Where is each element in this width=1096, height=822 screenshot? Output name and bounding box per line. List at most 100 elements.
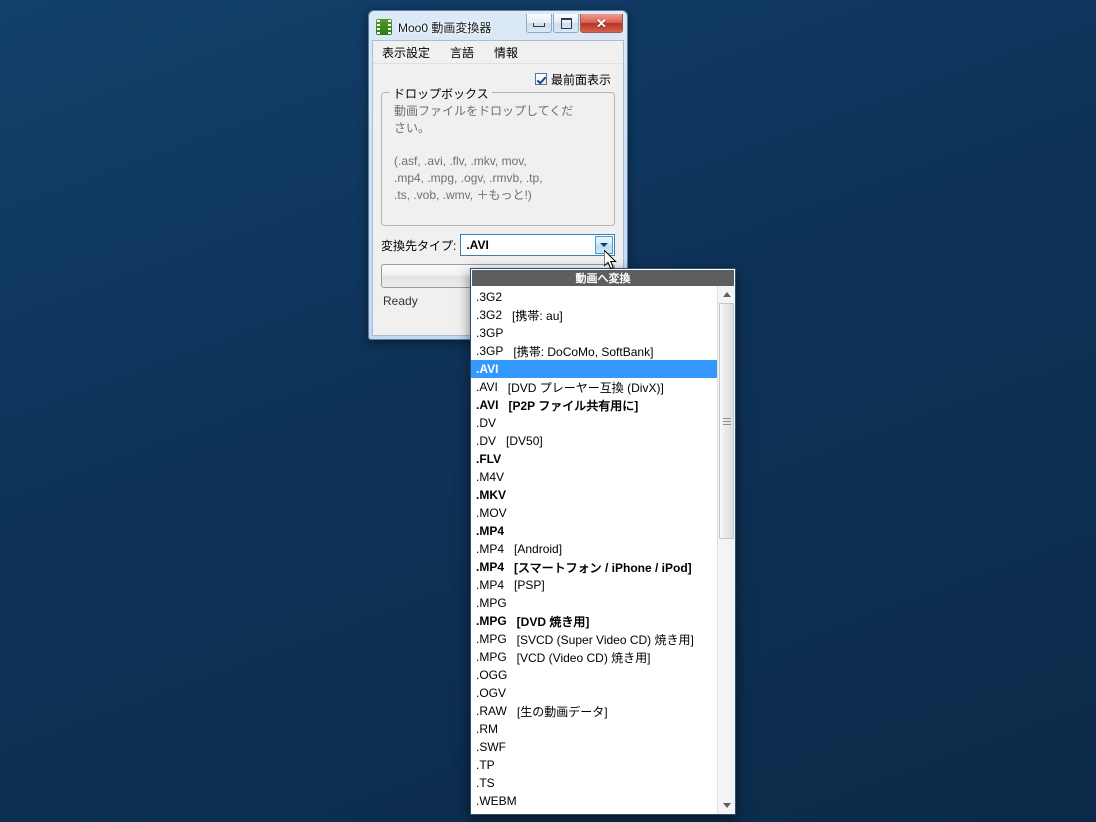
dropdown-scrollbar[interactable] bbox=[717, 286, 735, 814]
dropdown-option-extension: .DV bbox=[476, 434, 497, 448]
dropdown-option-description: [VCD (Video CD) 焼き用] bbox=[516, 650, 651, 665]
dropdown-option-extension: .WEBM bbox=[476, 794, 517, 808]
dropdown-option-description: [DV50] bbox=[506, 434, 543, 448]
always-on-top-label: 最前面表示 bbox=[550, 72, 611, 87]
scrollbar-grip-icon bbox=[722, 417, 731, 425]
dropdown-option[interactable]: .TS bbox=[471, 774, 717, 792]
dropdown-option-extension: .MPG bbox=[476, 614, 507, 628]
dropdown-option[interactable]: .3GP bbox=[471, 324, 717, 342]
dropdown-option[interactable]: .MP4 [PSP] bbox=[471, 576, 717, 594]
dropdown-option-extension: .M4V bbox=[476, 470, 505, 484]
dropdown-option-extension: .3G2 bbox=[476, 308, 503, 322]
scrollbar-down-button[interactable] bbox=[718, 797, 735, 814]
dropdown-option-extension: .MPG bbox=[476, 650, 507, 664]
scroll-down-icon bbox=[722, 803, 731, 808]
dropdown-option-description: [Android] bbox=[514, 542, 563, 556]
dropbox-instruction-line1: 動画ファイルをドロップしてくだ bbox=[394, 104, 574, 118]
menu-item-language[interactable]: 言語 bbox=[447, 42, 477, 63]
dropdown-option-description: [スマートフォン / iPhone / iPod] bbox=[514, 560, 692, 575]
scrollbar-track[interactable] bbox=[718, 303, 735, 797]
scrollbar-up-button[interactable] bbox=[718, 286, 735, 303]
dropdown-option[interactable]: .MPG [SVCD (Super Video CD) 焼き用] bbox=[471, 630, 717, 648]
dropdown-option-extension: .AVI bbox=[476, 380, 498, 394]
output-type-dropdown-popup[interactable]: 動画へ変換 .3G2 .3G2 [携帯: au] .3GP .3GP [携帯: DoCoM… bbox=[470, 268, 736, 815]
dropdown-option-description: [携帯: au] bbox=[512, 308, 563, 323]
dropdown-option-description: [PSP] bbox=[514, 578, 545, 592]
dropdown-option[interactable]: .MPG [DVD 焼き用] bbox=[471, 612, 717, 630]
dropdown-option-extension: .3GP bbox=[476, 326, 504, 340]
dropdown-option[interactable]: .DV [DV50] bbox=[471, 432, 717, 450]
dropdown-option[interactable]: .M4V bbox=[471, 468, 717, 486]
dropdown-option-extension: .3G2 bbox=[476, 290, 503, 304]
dropdown-option-extension: .OGG bbox=[476, 668, 508, 682]
dropdown-option[interactable]: .AVI [DVD プレーヤー互換 (DivX)] bbox=[471, 378, 717, 396]
dropdown-option-extension: .MPG bbox=[476, 596, 507, 610]
dropdown-option-extension: .MP4 bbox=[476, 542, 505, 556]
dropdown-option-description: [DVD 焼き用] bbox=[516, 614, 590, 629]
dropdown-option-list[interactable]: .3G2 .3G2 [携帯: au] .3GP .3GP [携帯: DoCoMo, Sof… bbox=[471, 286, 717, 814]
dropbox-group[interactable]: ドロップボックス 動画ファイルをドロップしてくだ さい。 (.asf, .avi… bbox=[381, 85, 615, 226]
dropdown-option[interactable]: .3G2 bbox=[471, 288, 717, 306]
window-controls: ✕ bbox=[526, 14, 623, 33]
maximize-icon bbox=[560, 17, 572, 29]
dropdown-option[interactable]: .MKV bbox=[471, 486, 717, 504]
dropdown-option[interactable]: .MP4 [Android] bbox=[471, 540, 717, 558]
menu-item-display-settings[interactable]: 表示設定 bbox=[379, 42, 433, 63]
dropdown-option[interactable]: .FLV bbox=[471, 450, 717, 468]
maximize-button[interactable] bbox=[553, 14, 579, 33]
dropdown-option-extension: .MP4 bbox=[476, 578, 505, 592]
chevron-down-icon bbox=[600, 243, 608, 247]
menu-item-info[interactable]: 情報 bbox=[491, 42, 521, 63]
dropdown-option-extension: .MPG bbox=[476, 632, 507, 646]
dropdown-header: 動画へ変換 bbox=[472, 270, 734, 286]
dropdown-option-extension: .MOV bbox=[476, 506, 507, 520]
dropdown-option-description: [携帯: DoCoMo, SoftBank] bbox=[513, 344, 654, 359]
dropdown-option[interactable]: .WEBM bbox=[471, 792, 717, 810]
dropdown-option[interactable]: .MP4 bbox=[471, 522, 717, 540]
dropdown-option[interactable]: .TP bbox=[471, 756, 717, 774]
dropdown-option[interactable]: .MPG [VCD (Video CD) 焼き用] bbox=[471, 648, 717, 666]
scroll-up-icon bbox=[722, 292, 731, 297]
close-button[interactable]: ✕ bbox=[580, 14, 623, 33]
dropdown-option-extension: .RM bbox=[476, 722, 498, 736]
dropdown-option-extension: .FLV bbox=[476, 452, 502, 466]
dropdown-option[interactable]: .DV bbox=[471, 414, 717, 432]
combobox-dropdown-button[interactable] bbox=[595, 236, 613, 254]
dropdown-option-description: [生の動画データ] bbox=[516, 704, 608, 719]
window-title: Moo0 動画変換器 bbox=[398, 20, 492, 35]
dropdown-option[interactable]: .3GP [携帯: DoCoMo, SoftBank] bbox=[471, 342, 717, 360]
scrollbar-thumb[interactable] bbox=[719, 303, 734, 539]
dropdown-option-extension: .RAW bbox=[476, 704, 507, 718]
dropdown-option[interactable]: .OGV bbox=[471, 684, 717, 702]
dropdown-option[interactable]: .MP4 [スマートフォン / iPhone / iPod] bbox=[471, 558, 717, 576]
output-type-value: .AVI bbox=[466, 238, 489, 252]
minimize-button[interactable] bbox=[526, 14, 552, 33]
dropdown-option-extension: .MP4 bbox=[476, 524, 505, 538]
dropdown-option-description: [SVCD (Super Video CD) 焼き用] bbox=[516, 632, 694, 647]
title-bar[interactable]: Moo0 動画変換器 ✕ bbox=[372, 14, 624, 40]
dropdown-option[interactable]: .RAW [生の動画データ] bbox=[471, 702, 717, 720]
dropdown-option-extension: .TS bbox=[476, 776, 495, 790]
menu-bar: 表示設定 言語 情報 bbox=[373, 41, 623, 64]
always-on-top-checkbox[interactable] bbox=[534, 73, 547, 85]
dropdown-option-extension: .OGV bbox=[476, 686, 507, 700]
film-icon bbox=[376, 19, 392, 35]
dropdown-option-description: [DVD プレーヤー互換 (DivX)] bbox=[507, 380, 664, 395]
close-icon: ✕ bbox=[596, 15, 607, 31]
output-type-combobox[interactable]: .AVI bbox=[460, 234, 615, 256]
dropdown-option-extension: .SWF bbox=[476, 740, 506, 754]
dropdown-option[interactable]: .OGG bbox=[471, 666, 717, 684]
dropbox-instruction-line2: さい。 bbox=[394, 121, 431, 135]
dropdown-option[interactable]: .MOV bbox=[471, 504, 717, 522]
dropdown-option[interactable]: .3G2 [携帯: au] bbox=[471, 306, 717, 324]
dropdown-option[interactable]: .MPG bbox=[471, 594, 717, 612]
dropdown-option[interactable]: .AVI bbox=[471, 360, 717, 378]
output-type-row: 変換先タイプ: .AVI bbox=[381, 234, 615, 256]
dropdown-option-extension: .AVI bbox=[476, 398, 499, 412]
dropdown-option[interactable]: .AVI [P2P ファイル共有用に] bbox=[471, 396, 717, 414]
dropbox-legend: ドロップボックス bbox=[390, 85, 492, 102]
dropdown-option[interactable]: .SWF bbox=[471, 738, 717, 756]
dropdown-option[interactable]: .RM bbox=[471, 720, 717, 738]
dropdown-option-extension: .AVI bbox=[476, 362, 499, 376]
output-type-label: 変換先タイプ: bbox=[381, 238, 457, 253]
